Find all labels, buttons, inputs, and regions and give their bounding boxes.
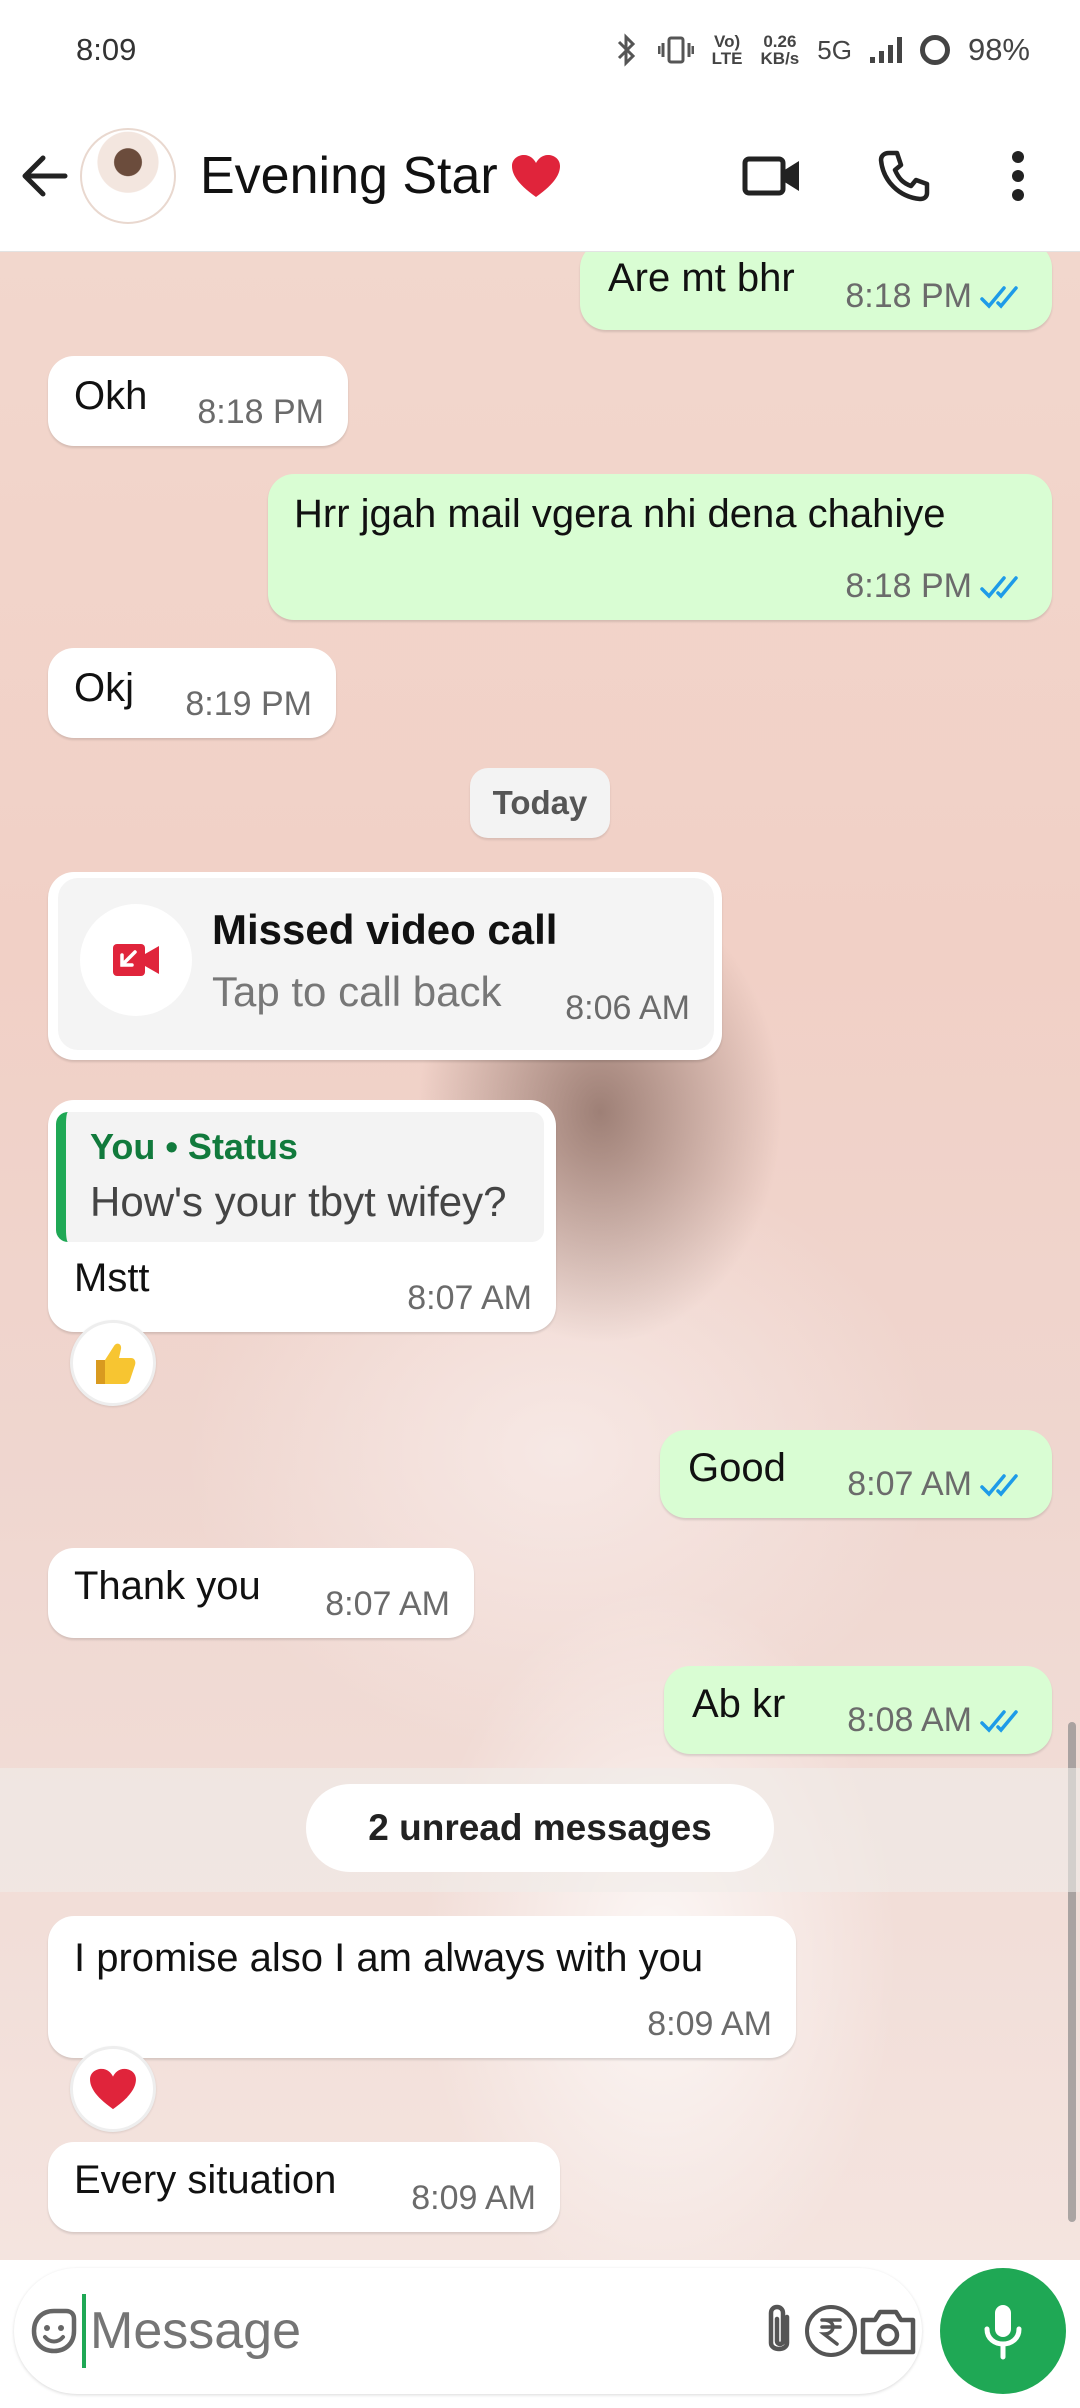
payment-button[interactable] [803, 2286, 859, 2376]
message-text: Hrr jgah mail vgera nhi dena chahiye [294, 492, 946, 536]
status-bar: 8:09 Vo) LTE 0.26 KB/s 5G 98% [0, 0, 1080, 100]
missed-video-call-icon [113, 944, 159, 976]
unread-messages-chip: 2 unread messages [306, 1784, 774, 1872]
message-time: 8:06 AM [565, 989, 690, 1027]
missed-video-call-icon-wrap [80, 904, 192, 1016]
read-ticks-icon [980, 575, 1018, 599]
back-arrow-icon [22, 155, 68, 196]
message-time: 8:18 PM [845, 567, 972, 605]
contact-avatar[interactable] [80, 127, 176, 224]
battery-percent: 98% [967, 32, 1030, 67]
quoted-status-author: You • Status [90, 1126, 298, 1167]
contact-name-area[interactable]: Evening Star [200, 146, 724, 206]
message-text: Every situation [74, 2158, 337, 2202]
battery-icon [919, 35, 950, 65]
message-time: 8:18 PM [845, 277, 972, 315]
paperclip-icon [768, 2304, 790, 2352]
reaction-badge[interactable] [70, 2046, 156, 2132]
message-time: 8:19 PM [185, 685, 312, 723]
red-heart-icon [511, 154, 560, 197]
message-input[interactable] [82, 2294, 759, 2368]
quoted-status-text: How's your tbyt wifey? [90, 1178, 507, 1225]
video-camera-icon [742, 156, 799, 195]
message-outgoing[interactable]: Hrr jgah mail vgera nhi dena chahiye 8:1… [268, 474, 1052, 620]
chat-area[interactable]: Are mt bhr 8:18 PM Okh 8:18 PM Hrr jgah … [0, 252, 1080, 2260]
signal-icon [869, 37, 902, 63]
message-time: 8:18 PM [197, 393, 324, 431]
message-incoming[interactable]: Every situation 8:09 AM [48, 2142, 560, 2232]
message-text: Ab kr [692, 1682, 786, 1726]
quoted-status[interactable]: You • Status How's your tbyt wifey? [56, 1112, 544, 1242]
more-vertical-icon [1012, 150, 1024, 201]
attach-button[interactable] [759, 2286, 799, 2376]
status-icons: Vo) LTE 0.26 KB/s 5G 98% [614, 32, 1030, 68]
rupee-icon [805, 2305, 857, 2357]
message-outgoing[interactable]: Are mt bhr 8:18 PM [580, 252, 1052, 330]
microphone-icon [984, 2305, 1022, 2360]
message-text: Okh [74, 374, 148, 418]
message-text: I promise also I am always with you [74, 1936, 704, 1980]
phone-icon [878, 150, 930, 201]
message-incoming[interactable]: I promise also I am always with you 8:09… [48, 1916, 796, 2058]
message-outgoing[interactable]: Ab kr 8:08 AM [664, 1666, 1052, 1754]
message-time: 8:07 AM [407, 1279, 532, 1317]
message-time: 8:09 AM [647, 2005, 772, 2043]
message-meta: 8:08 AM [847, 1701, 1028, 1740]
network-type: 5G [817, 34, 852, 65]
message-time: 8:07 AM [325, 1585, 450, 1623]
message-incoming[interactable]: Okh 8:18 PM [48, 356, 348, 446]
sticker-button[interactable] [26, 2286, 82, 2376]
video-call-button[interactable] [724, 128, 820, 224]
camera-button[interactable] [859, 2286, 917, 2376]
vibrate-icon [657, 36, 694, 64]
message-meta: 8:07 AM [847, 1465, 1028, 1504]
message-time: 8:07 AM [847, 1465, 972, 1503]
message-meta: 8:07 AM [325, 1585, 450, 1624]
message-compose-bar [14, 2268, 922, 2394]
missed-call-card[interactable]: Missed video call Tap to call back 8:06 … [58, 878, 714, 1050]
message-outgoing[interactable]: Good 8:07 AM [660, 1430, 1052, 1518]
more-options-button[interactable] [970, 128, 1066, 224]
message-text: Okj [74, 666, 134, 710]
message-incoming[interactable]: Thank you 8:07 AM [48, 1548, 474, 1638]
sticker-icon [31, 2308, 77, 2354]
missed-call-subtitle: Tap to call back [212, 968, 502, 1015]
read-ticks-icon [980, 285, 1018, 309]
message-text: Good [688, 1446, 786, 1490]
net-speed: 0.26 KB/s [761, 33, 800, 67]
bluetooth-icon [617, 33, 635, 67]
message-meta: 8:06 AM [565, 989, 690, 1028]
message-incoming[interactable]: Okj 8:19 PM [48, 648, 336, 738]
message-text: Mstt [74, 1256, 150, 1300]
read-ticks-icon [980, 1473, 1018, 1497]
message-meta: 8:09 AM [647, 2005, 772, 2044]
date-chip: Today [470, 768, 610, 838]
voice-message-button[interactable] [940, 2268, 1066, 2394]
message-time: 8:08 AM [847, 1701, 972, 1739]
message-time: 8:09 AM [411, 2179, 536, 2217]
message-text: Thank you [74, 1564, 261, 1608]
message-text: Are mt bhr [608, 256, 795, 300]
status-time: 8:09 [76, 32, 137, 67]
message-meta: 8:09 AM [411, 2179, 536, 2218]
back-button[interactable] [0, 131, 90, 221]
message-meta: 8:18 PM [845, 567, 1028, 606]
net-speed-unit: KB/s [760, 49, 800, 68]
thumbs-up-icon [96, 1343, 136, 1384]
reaction-badge[interactable] [70, 1320, 156, 1406]
net-speed-value: 0.26 [763, 32, 797, 51]
red-heart-icon [90, 2068, 136, 2110]
message-meta: 8:19 PM [185, 685, 312, 724]
camera-icon [860, 2309, 916, 2355]
missed-call-title: Missed video call [212, 906, 558, 953]
read-ticks-icon [980, 1709, 1018, 1733]
message-meta: 8:18 PM [845, 277, 1028, 316]
volte-indicator: Vo) LTE [711, 32, 743, 68]
voice-call-button[interactable] [856, 128, 952, 224]
chat-header: Evening Star [0, 100, 1080, 252]
contact-name: Evening Star [200, 146, 498, 205]
message-meta: 8:18 PM [197, 393, 324, 432]
message-meta: 8:07 AM [407, 1279, 532, 1318]
